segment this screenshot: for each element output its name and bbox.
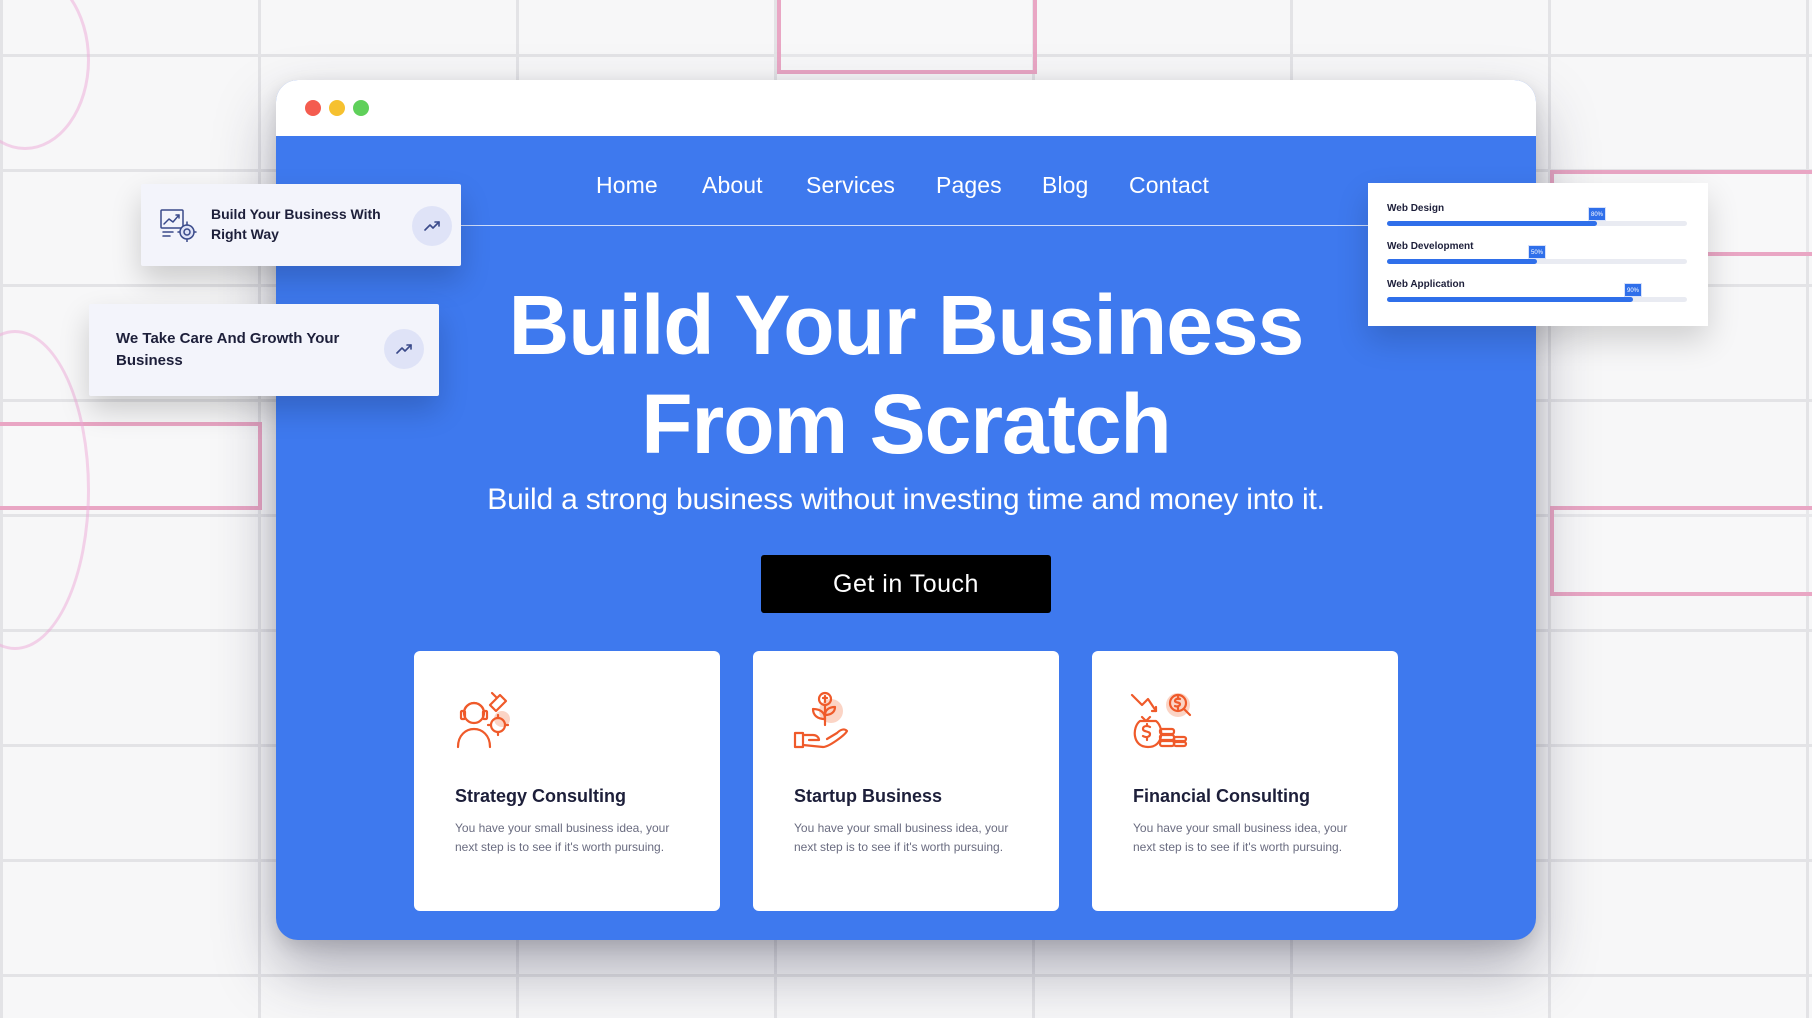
hero-title-line1: Build Your Business — [508, 278, 1305, 372]
skill-row: Web Application 90% — [1387, 279, 1687, 302]
trending-up-icon[interactable] — [412, 206, 452, 246]
float-card-text: Build Your Business With Right Way — [211, 206, 381, 242]
consulting-icon — [452, 689, 516, 753]
maximize-window-dot[interactable] — [353, 100, 369, 116]
browser-titlebar — [276, 80, 1536, 136]
nav-item-contact[interactable]: Contact — [1129, 172, 1209, 199]
trending-up-icon[interactable] — [384, 329, 424, 369]
card-title: Strategy Consulting — [455, 786, 627, 806]
browser-window: Home About Services Pages Blog Contact B… — [276, 80, 1536, 940]
skill-row: Web Design 80% — [1387, 203, 1687, 226]
main-nav: Home About Services Pages Blog Contact — [276, 136, 1536, 226]
card-title: Financial Consulting — [1133, 786, 1311, 806]
skill-percent-badge: 80% — [1588, 207, 1606, 221]
skill-percent-badge: 50% — [1528, 245, 1546, 259]
get-in-touch-button[interactable]: Get in Touch — [761, 555, 1051, 613]
feature-float-card: Build Your Business With Right Way — [141, 184, 461, 266]
skill-progress-track — [1387, 221, 1687, 226]
financial-money-icon — [1130, 689, 1194, 753]
background-accent-top — [777, 0, 1037, 74]
card-description: You have your small business idea, your … — [794, 821, 1009, 854]
skill-label: Web Design — [1387, 203, 1445, 214]
nav-item-home[interactable]: Home — [596, 172, 658, 199]
nav-item-about[interactable]: About — [702, 172, 763, 199]
hero-title: Build Your Business From Scratch — [276, 276, 1536, 474]
analytics-icon — [159, 206, 197, 243]
service-card[interactable]: Financial Consulting You have your small… — [1092, 651, 1398, 911]
skill-progress-fill — [1387, 221, 1597, 226]
skill-label: Web Application — [1387, 279, 1465, 290]
service-card[interactable]: Startup Business You have your small bus… — [753, 651, 1059, 911]
card-title: Startup Business — [794, 786, 943, 806]
skill-progress-fill — [1387, 259, 1537, 264]
skills-progress-card: Web Design 80% Web Development 50% Web A… — [1368, 183, 1708, 326]
minimize-window-dot[interactable] — [329, 100, 345, 116]
card-description: You have your small business idea, your … — [455, 821, 670, 854]
close-window-dot[interactable] — [305, 100, 321, 116]
hero-subtitle: Build a strong business without investin… — [487, 483, 1325, 516]
float-card-text: We Take Care And Growth Your Business — [116, 330, 340, 369]
skill-percent-badge: 90% — [1624, 283, 1642, 297]
feature-float-card: We Take Care And Growth Your Business — [89, 304, 439, 396]
background-accent-right — [1550, 506, 1812, 596]
nav-item-blog[interactable]: Blog — [1042, 172, 1088, 199]
nav-item-pages[interactable]: Pages — [936, 172, 1002, 199]
startup-plant-icon — [791, 689, 855, 753]
hero-title-line2: From Scratch — [641, 377, 1171, 471]
nav-item-services[interactable]: Services — [806, 172, 895, 199]
skill-progress-fill — [1387, 297, 1633, 302]
skill-row: Web Development 50% — [1387, 241, 1687, 264]
service-card[interactable]: Strategy Consulting You have your small … — [414, 651, 720, 911]
card-description: You have your small business idea, your … — [1133, 821, 1348, 854]
skill-progress-track — [1387, 297, 1687, 302]
